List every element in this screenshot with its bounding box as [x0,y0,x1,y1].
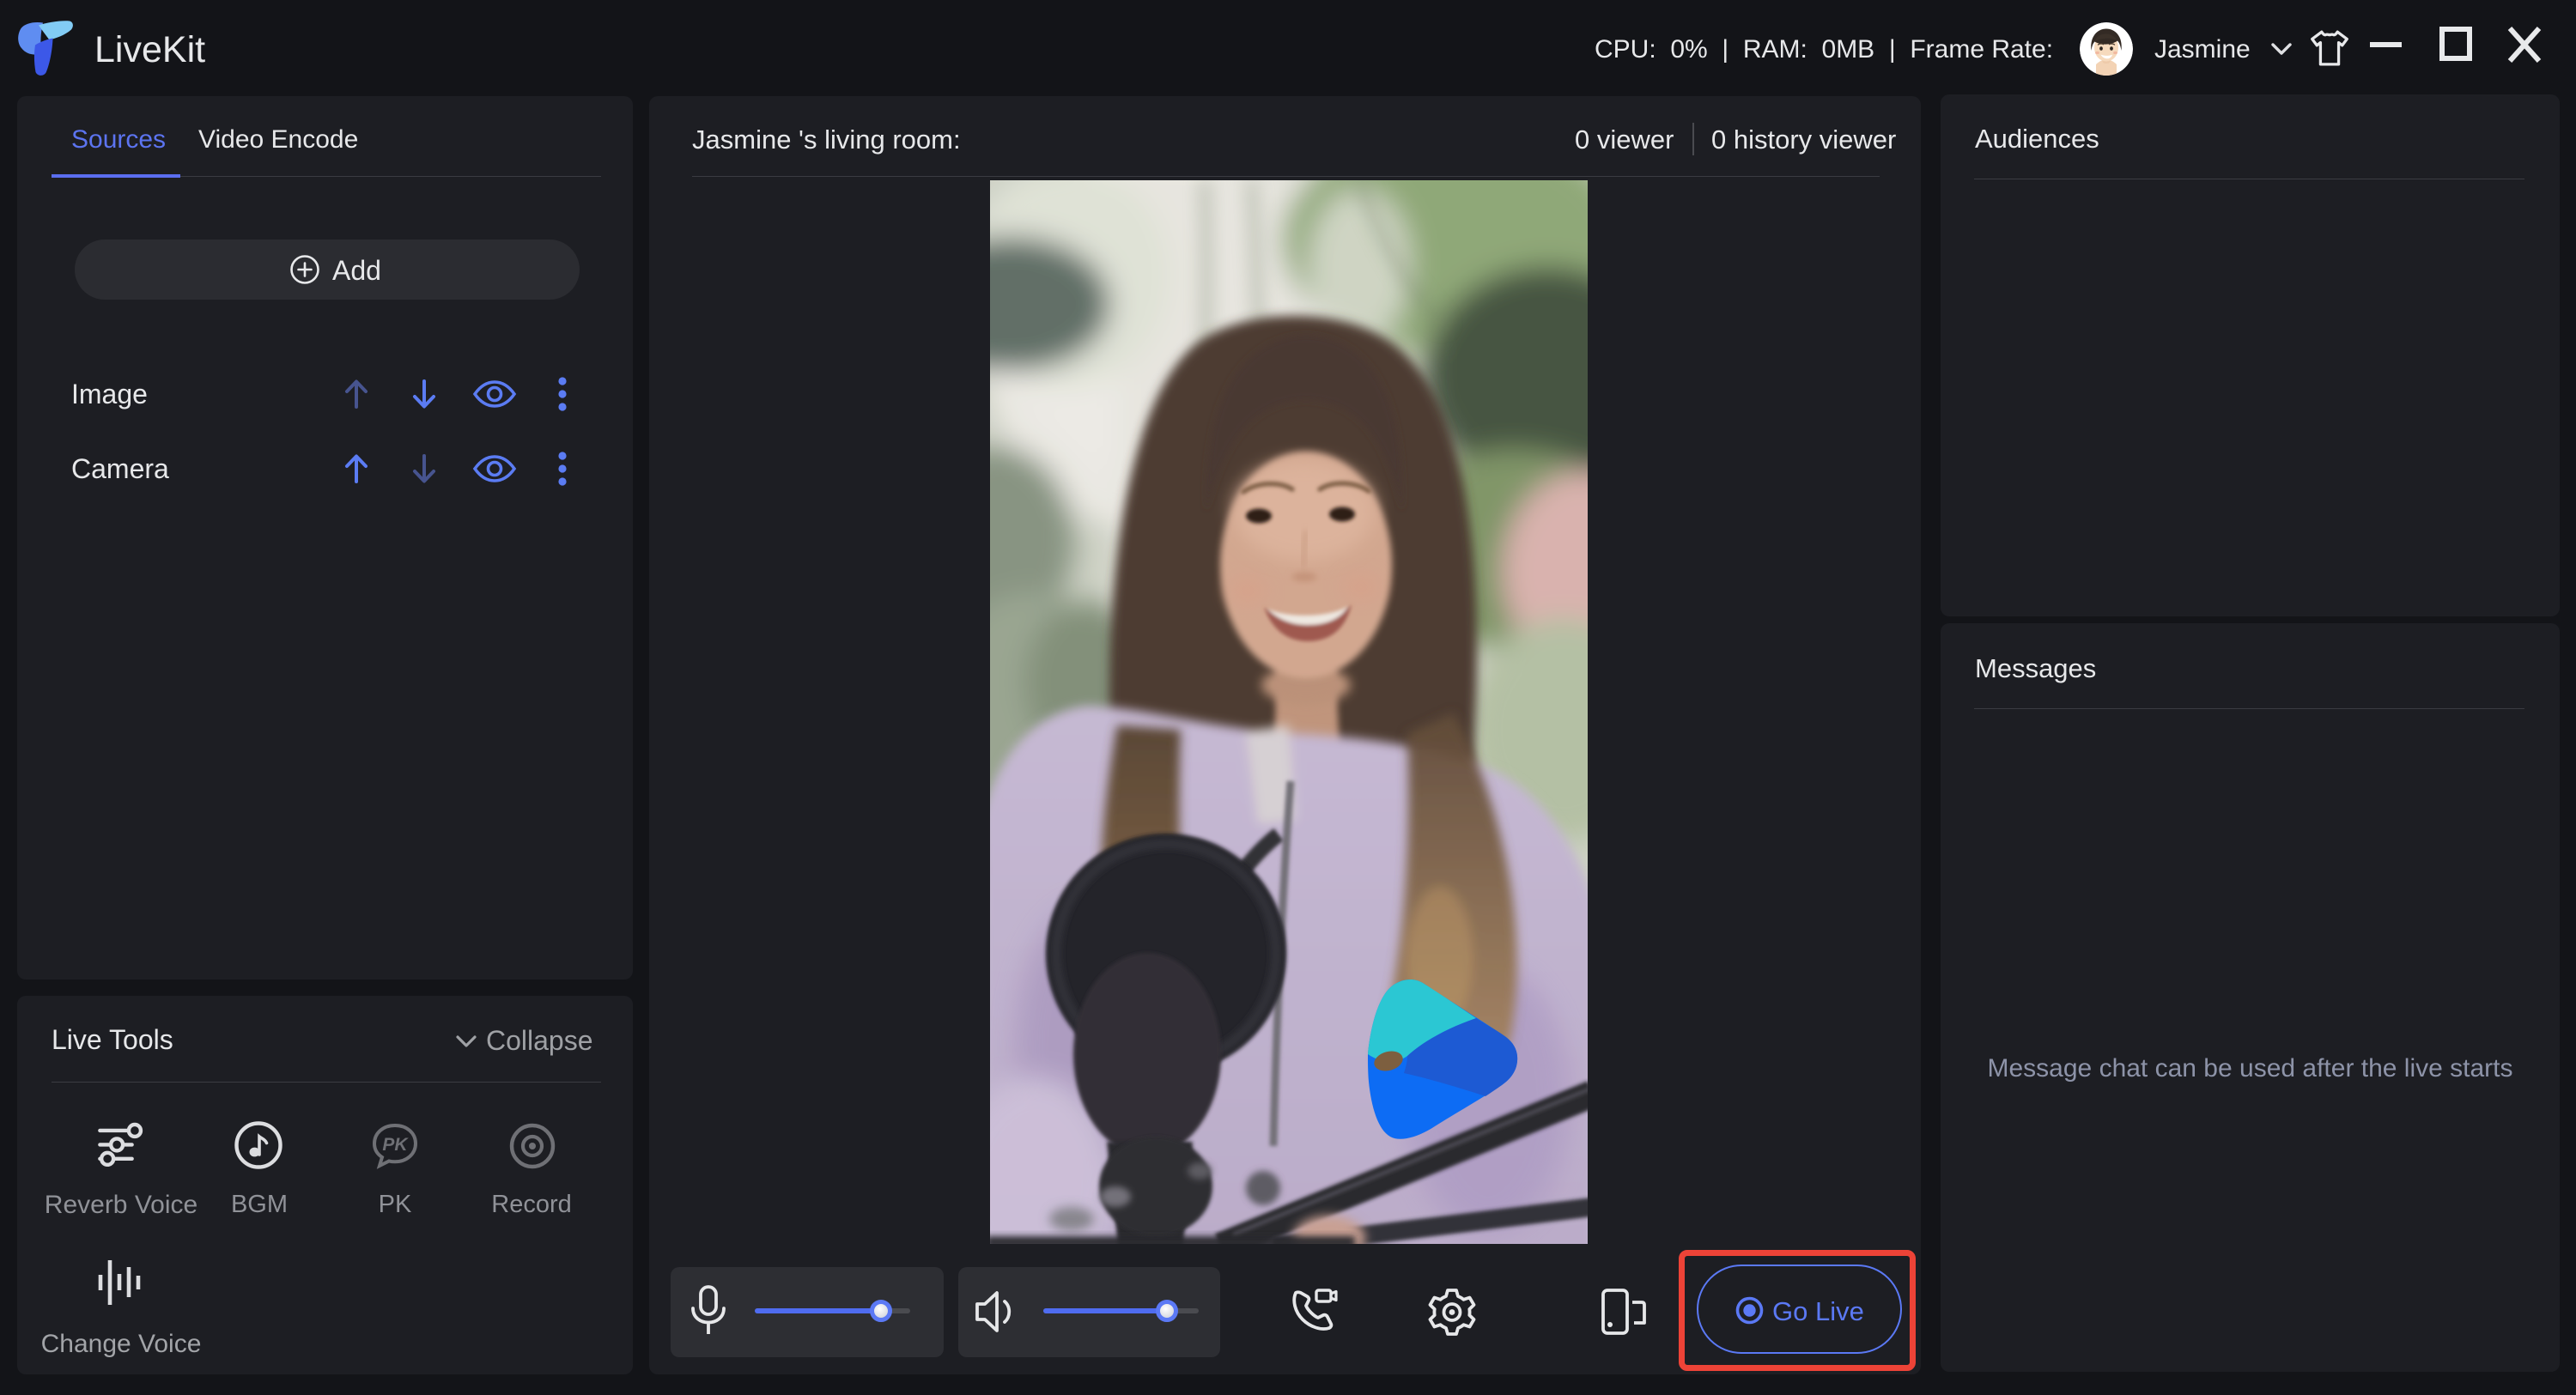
svg-text:PK: PK [382,1135,409,1155]
